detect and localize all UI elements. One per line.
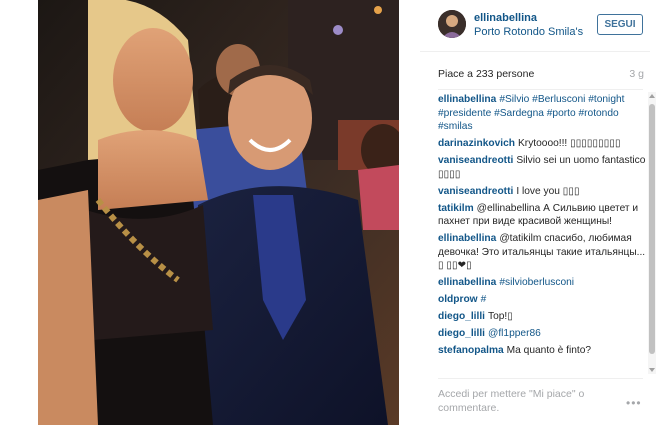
comment-author[interactable]: oldprow [438,294,478,305]
comment-author[interactable]: ellinabellina [438,277,496,288]
comment-text: #silvioberlusconi [499,277,575,288]
comment-author[interactable]: stefanopalma [438,345,504,356]
comment-author[interactable]: vaniseandreotti [438,155,513,166]
login-to-comment[interactable]: Accedi per mettere "Mi piace" o commenta… [438,388,628,415]
comment-author[interactable]: ellinabellina [438,94,496,105]
comment-text: Ma quanto è finto? [506,345,592,356]
avatar[interactable] [438,10,466,38]
follow-button[interactable]: SEGUI [597,14,643,35]
more-options-button[interactable]: ••• [626,396,642,410]
comment-item: ellinabellina @tatikilm спасибо, любимая … [438,232,646,273]
comment-author[interactable]: diego_lilli [438,311,485,322]
divider [438,378,643,379]
likes-count[interactable]: Piace a 233 persone [438,68,534,80]
location-link[interactable]: Porto Rotondo Smila's [474,26,583,38]
comment-author[interactable]: ellinabellina [438,233,496,244]
comment-item: darinazinkovich Krytoooo!!! ▯▯▯▯▯▯▯▯▯ [438,137,646,151]
comment-author[interactable]: diego_lilli [438,328,485,339]
comment-author[interactable]: darinazinkovich [438,138,515,149]
comment-item: vaniseandreotti Silvio sei un uomo fantas… [438,154,646,181]
comment-item: ellinabellina #silvioberlusconi [438,276,646,290]
post-age[interactable]: 3 g [629,68,644,80]
comment-item: ellinabellina #Silvio #Berlusconi #tonigh… [438,93,646,134]
divider [438,89,643,90]
scroll-up-icon[interactable] [649,94,655,98]
comment-item: diego_lilli @fl1pper86 [438,327,646,341]
comment-author[interactable]: vaniseandreotti [438,186,513,197]
scrollbar-thumb[interactable] [649,104,655,354]
avatar-image [438,10,466,38]
comment-text: Krytoooo!!! ▯▯▯▯▯▯▯▯▯ [518,138,621,149]
comment-item: oldprow # [438,293,646,307]
likes-row: Piace a 233 persone 3 g [438,68,644,82]
post-photo-illustration [38,0,399,425]
post-photo [38,0,399,425]
scroll-down-icon[interactable] [649,368,655,372]
comment-item: diego_lilli Top!▯ [438,310,646,324]
comment-text: Top!▯ [487,311,513,322]
username-link[interactable]: ellinabellina [474,12,537,24]
comment-item: stefanopalma Ma quanto è finto? [438,344,646,358]
post-side-panel: ellinabellina Porto Rotondo Smila's SEGU… [420,0,650,425]
comment-author[interactable]: tatikilm [438,203,474,214]
comment-item: vaniseandreotti I love you ▯▯▯ [438,185,646,199]
comment-text: # [480,294,487,305]
post-header: ellinabellina Porto Rotondo Smila's SEGU… [420,0,650,52]
comment-text: I love you ▯▯▯ [516,185,580,197]
comment-text: @fl1pper86 [487,328,541,339]
comment-item: tatikilm @ellinabellina А Сильвию цветет … [438,202,646,229]
comment-list: ellinabellina #Silvio #Berlusconi #tonigh… [438,93,646,375]
comments-scrollbar[interactable] [648,92,656,374]
